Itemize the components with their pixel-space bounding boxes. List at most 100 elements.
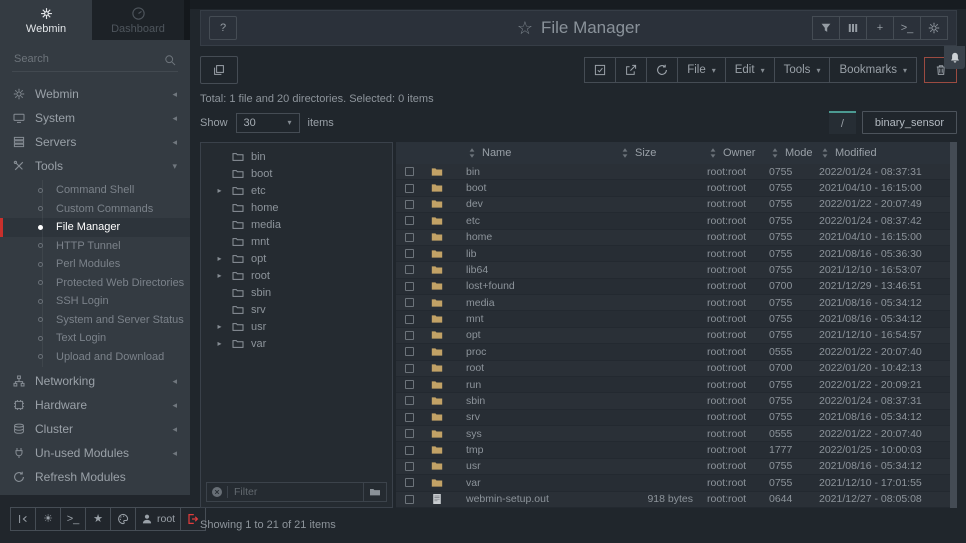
column-header-mode[interactable]: Mode [769, 147, 819, 159]
expand-icon[interactable]: ▸ [214, 322, 225, 331]
clear-filter-icon[interactable] [211, 486, 223, 498]
table-row-mnt[interactable]: mntroot:root07552021/08/16 - 05:34:12 [396, 311, 957, 327]
row-checkbox[interactable] [405, 167, 414, 176]
tree-filter-input[interactable] [232, 485, 363, 499]
row-checkbox[interactable] [405, 347, 414, 356]
terminal-button[interactable]: >_ [60, 507, 86, 531]
sidebar-item-file-manager[interactable]: File Manager [0, 218, 190, 237]
row-checkbox[interactable] [405, 429, 414, 438]
table-row-boot[interactable]: bootroot:root07552021/04/10 - 16:15:00 [396, 180, 957, 196]
breadcrumb-binary-sensor[interactable]: binary_sensor [862, 111, 957, 134]
user-button[interactable]: root [135, 507, 181, 531]
search-input[interactable] [12, 47, 178, 71]
tab-dashboard[interactable]: Dashboard [92, 0, 184, 40]
filter-button[interactable] [812, 16, 840, 40]
row-checkbox[interactable] [405, 380, 414, 389]
sidebar-section-webmin[interactable]: Webmin◂ [0, 82, 190, 106]
columns-button[interactable] [839, 16, 867, 40]
row-checkbox[interactable] [405, 249, 414, 258]
column-header-name[interactable]: Name [452, 147, 619, 159]
palette-button[interactable] [110, 507, 136, 531]
table-row-etc[interactable]: etcroot:root07552022/01/24 - 08:37:42 [396, 213, 957, 229]
collapse-button[interactable] [10, 507, 36, 531]
sidebar-section-tools[interactable]: Tools▾ [0, 154, 190, 178]
tree-item-root[interactable]: ▸root [201, 267, 392, 284]
sidebar-section-hardware[interactable]: Hardware◂ [0, 393, 190, 417]
plus-button[interactable]: + [866, 16, 894, 40]
refresh-button[interactable] [646, 57, 678, 83]
sidebar-item-text-login[interactable]: Text Login [0, 329, 190, 348]
row-checkbox[interactable] [405, 216, 414, 225]
sidebar-item-system-and-server-status[interactable]: System and Server Status [0, 311, 190, 330]
breadcrumb-root[interactable]: / [829, 111, 856, 134]
column-header-size[interactable]: Size [619, 147, 707, 159]
table-scrollbar[interactable] [950, 142, 957, 508]
row-checkbox[interactable] [405, 364, 414, 373]
sidebar-item-ssh-login[interactable]: SSH Login [0, 292, 190, 311]
table-row-opt[interactable]: optroot:root07552021/12/10 - 16:54:57 [396, 328, 957, 344]
favorite-star-icon[interactable]: ☆ [517, 18, 533, 39]
help-button[interactable]: ? [209, 16, 237, 40]
row-checkbox[interactable] [405, 315, 414, 324]
tree-item-mnt[interactable]: mnt [201, 233, 392, 250]
table-row-run[interactable]: runroot:root07552022/01/22 - 20:09:21 [396, 377, 957, 393]
tree-item-opt[interactable]: ▸opt [201, 250, 392, 267]
table-row-proc[interactable]: procroot:root05552022/01/22 - 20:07:40 [396, 344, 957, 360]
sidebar-item-custom-commands[interactable]: Custom Commands [0, 200, 190, 219]
tab-webmin[interactable]: Webmin [0, 0, 92, 40]
expand-icon[interactable]: ▸ [214, 271, 225, 280]
table-row-usr[interactable]: usrroot:root07552021/08/16 - 05:34:12 [396, 459, 957, 475]
sidebar-section-servers[interactable]: Servers◂ [0, 130, 190, 154]
table-row-lost-found[interactable]: lost+foundroot:root07002021/12/29 - 13:4… [396, 279, 957, 295]
menu-edit[interactable]: Edit▾ [725, 57, 775, 83]
tree-item-usr[interactable]: ▸usr [201, 318, 392, 335]
table-row-tmp[interactable]: tmproot:root17772022/01/25 - 10:00:03 [396, 442, 957, 458]
table-row-sys[interactable]: sysroot:root05552022/01/22 - 20:07:40 [396, 426, 957, 442]
row-checkbox[interactable] [405, 200, 414, 209]
sidebar-item-command-shell[interactable]: Command Shell [0, 181, 190, 200]
table-row-root[interactable]: rootroot:root07002022/01/20 - 10:42:13 [396, 361, 957, 377]
gear-button[interactable] [920, 16, 948, 40]
expand-icon[interactable]: ▸ [214, 339, 225, 348]
notifications-button[interactable] [944, 46, 965, 69]
row-checkbox[interactable] [405, 413, 414, 422]
row-checkbox[interactable] [405, 331, 414, 340]
table-row-srv[interactable]: srvroot:root07552021/08/16 - 05:34:12 [396, 410, 957, 426]
row-checkbox[interactable] [405, 478, 414, 487]
row-checkbox[interactable] [405, 462, 414, 471]
tree-item-home[interactable]: home [201, 199, 392, 216]
table-row-lib64[interactable]: lib64root:root07552021/12/10 - 16:53:07 [396, 262, 957, 278]
copy-path-button[interactable] [200, 56, 238, 84]
expand-icon[interactable]: ▸ [214, 254, 225, 263]
table-row-var[interactable]: varroot:root07552021/12/10 - 17:01:55 [396, 475, 957, 491]
table-row-lib[interactable]: libroot:root07552021/08/16 - 05:36:30 [396, 246, 957, 262]
row-checkbox[interactable] [405, 233, 414, 242]
row-checkbox[interactable] [405, 282, 414, 291]
menu-file[interactable]: File▾ [677, 57, 726, 83]
row-checkbox[interactable] [405, 446, 414, 455]
menu-bookmarks[interactable]: Bookmarks▾ [829, 57, 917, 83]
sun-button[interactable]: ☀ [35, 507, 61, 531]
sidebar-item-http-tunnel[interactable]: HTTP Tunnel [0, 237, 190, 256]
tree-item-sbin[interactable]: sbin [201, 284, 392, 301]
row-checkbox[interactable] [405, 495, 414, 504]
page-size-select[interactable]: 30 ▾ [236, 113, 300, 133]
column-header-owner[interactable]: Owner [707, 147, 769, 159]
sidebar-section-refresh-modules[interactable]: Refresh Modules [0, 465, 190, 489]
sidebar-section-un-used-modules[interactable]: Un-used Modules◂ [0, 441, 190, 465]
sidebar-section-cluster[interactable]: Cluster◂ [0, 417, 190, 441]
tree-item-bin[interactable]: bin [201, 148, 392, 165]
menu-tools[interactable]: Tools▾ [774, 57, 831, 83]
row-checkbox[interactable] [405, 265, 414, 274]
tree-item-var[interactable]: ▸var [201, 335, 392, 352]
table-row-dev[interactable]: devroot:root07552022/01/22 - 20:07:49 [396, 197, 957, 213]
row-checkbox[interactable] [405, 396, 414, 405]
tree-folder-button[interactable] [363, 483, 386, 501]
sidebar-item-protected-web-directories[interactable]: Protected Web Directories [0, 274, 190, 293]
sidebar-item-perl-modules[interactable]: Perl Modules [0, 255, 190, 274]
terminal-button[interactable]: >_ [893, 16, 921, 40]
tree-item-etc[interactable]: ▸etc [201, 182, 392, 199]
table-row-media[interactable]: mediaroot:root07552021/08/16 - 05:34:12 [396, 295, 957, 311]
tree-item-boot[interactable]: boot [201, 165, 392, 182]
tree-item-media[interactable]: media [201, 216, 392, 233]
